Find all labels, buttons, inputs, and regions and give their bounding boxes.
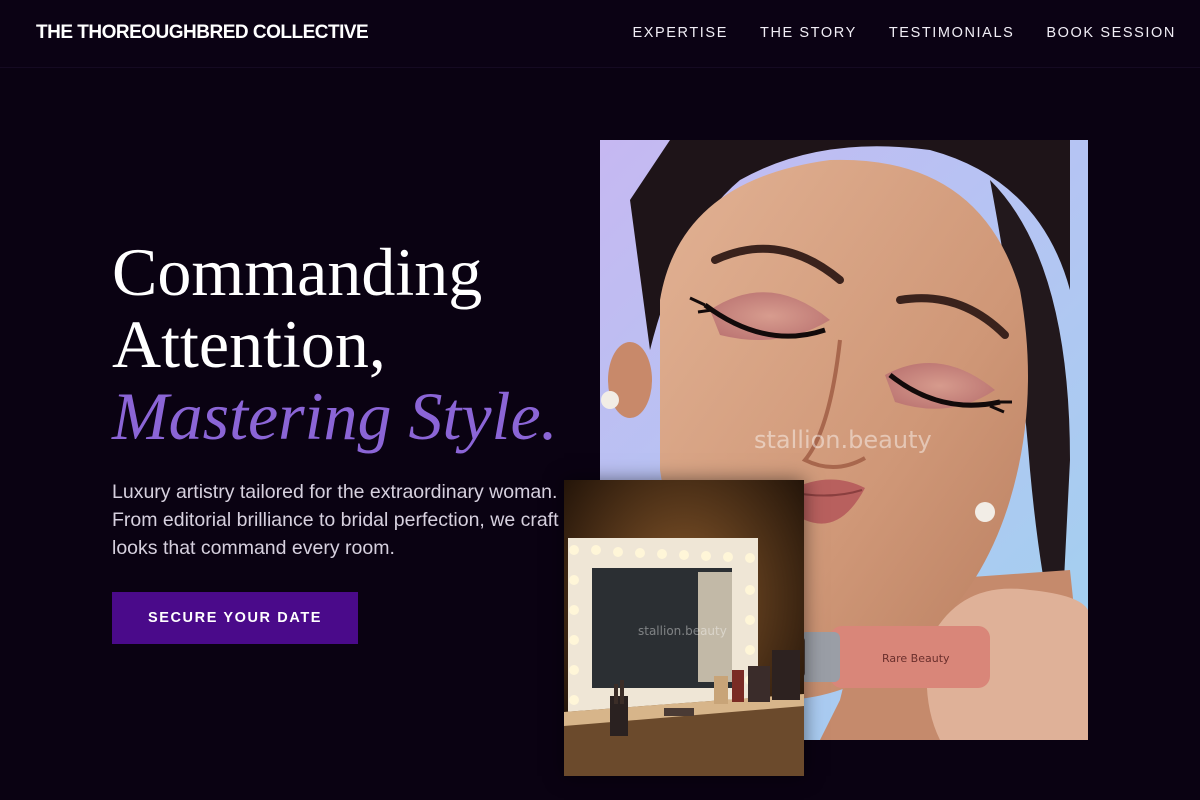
hero-headline: Commanding Attention, Mastering Style. [112,236,558,452]
brand-logo[interactable]: THE THOREOUGHBRED COLLECTIVE [36,22,369,44]
vanity-mirror-image: stallion.beauty [564,480,804,776]
nav-link-book-session[interactable]: BOOK SESSION [1046,25,1176,41]
product-label: Rare Beauty [882,652,950,665]
hero-subtext: Luxury artistry tailored for the extraor… [112,481,559,559]
nav-link-expertise[interactable]: EXPERTISE [632,25,728,41]
main-nav: EXPERTISE THE STORY TESTIMONIALS BOOK SE… [632,25,1176,41]
headline-accent: Mastering Style. [112,378,558,454]
headline-line-1: Commanding [112,234,483,310]
page: THE THOREOUGHBRED COLLECTIVE EXPERTISE T… [0,0,1200,800]
nav-link-testimonials[interactable]: TESTIMONIALS [889,25,1015,41]
nav-link-the-story[interactable]: THE STORY [760,25,857,41]
site-header: THE THOREOUGHBRED COLLECTIVE EXPERTISE T… [0,0,1200,68]
vanity-watermark: stallion.beauty [638,624,727,638]
headline-line-2: Attention, [112,306,386,382]
secure-your-date-button[interactable]: SECURE YOUR DATE [112,592,358,644]
portrait-watermark: stallion.beauty [754,426,932,454]
